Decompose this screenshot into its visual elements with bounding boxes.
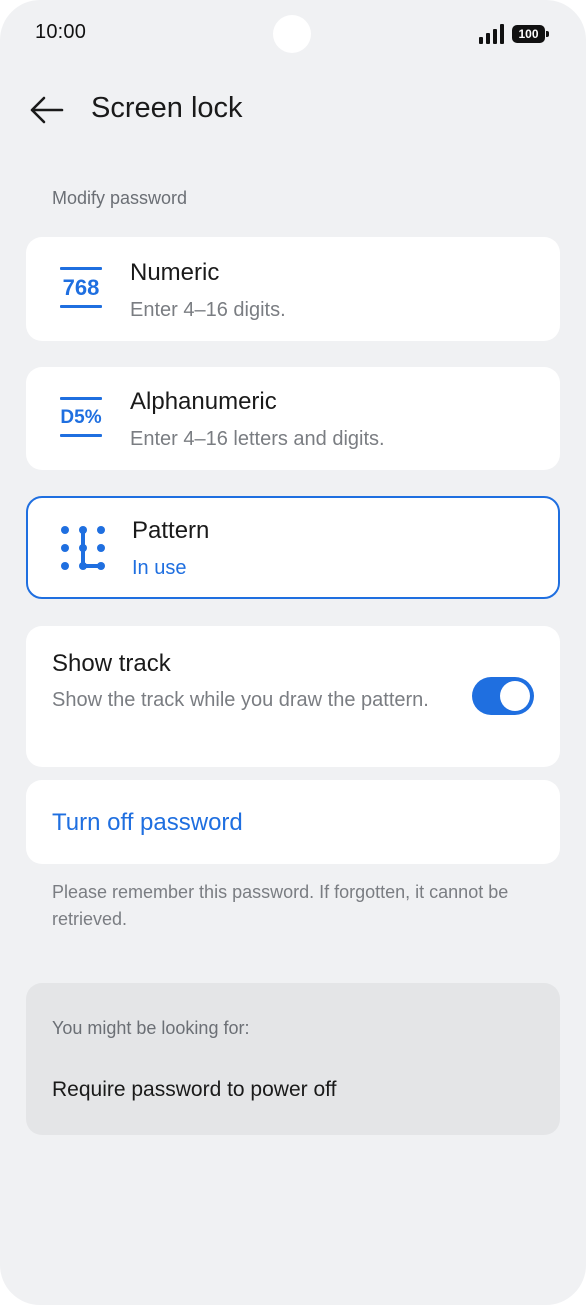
section-label: Modify password — [52, 188, 188, 208]
turn-off-password-button[interactable]: Turn off password — [52, 809, 243, 837]
option-title: Numeric — [130, 259, 220, 286]
toggle-knob — [500, 681, 530, 711]
back-button[interactable] — [24, 90, 68, 130]
option-title: Pattern — [132, 517, 210, 544]
battery-icon: 100 — [512, 25, 549, 43]
suggestions-panel: You might be looking for: Require passwo… — [26, 983, 560, 1135]
option-pattern[interactable]: Pattern In use — [26, 496, 560, 599]
numeric-icon: 768 — [56, 263, 106, 313]
show-track-row[interactable]: Show track Show the track while you draw… — [26, 626, 560, 767]
show-track-title: Show track — [52, 650, 171, 677]
suggestions-label: You might be looking for: — [52, 1018, 250, 1038]
show-track-description: Show the track while you draw the patter… — [52, 689, 429, 711]
turn-off-password-row[interactable]: Turn off password — [26, 780, 560, 864]
battery-level: 100 — [518, 27, 539, 41]
camera-cutout — [273, 15, 311, 53]
option-numeric[interactable]: 768 Numeric Enter 4–16 digits. — [26, 237, 560, 341]
back-arrow-icon — [30, 96, 64, 124]
option-alphanumeric[interactable]: D5% Alphanumeric Enter 4–16 letters and … — [26, 367, 560, 470]
phone-screen: 10:00 100 Screen lock Modify password 76… — [0, 0, 586, 1305]
suggestion-item[interactable]: Require password to power off — [52, 1078, 336, 1102]
option-subtitle: Enter 4–16 letters and digits. — [130, 428, 385, 450]
option-status: In use — [132, 557, 187, 579]
alphanumeric-icon: D5% — [56, 393, 106, 443]
option-title: Alphanumeric — [130, 388, 277, 415]
pattern-icon — [58, 522, 108, 572]
show-track-toggle[interactable] — [472, 677, 534, 715]
option-subtitle: Enter 4–16 digits. — [130, 299, 286, 321]
status-time: 10:00 — [35, 21, 87, 43]
password-note: Please remember this password. If forgot… — [52, 882, 509, 929]
signal-icon — [479, 24, 505, 44]
page-title: Screen lock — [91, 92, 243, 124]
